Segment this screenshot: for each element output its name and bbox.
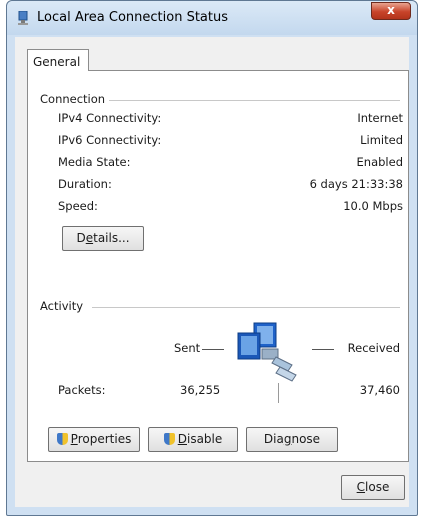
sent-label: Sent xyxy=(174,341,201,355)
connection-group-label: Connection xyxy=(40,92,110,106)
activity-separator xyxy=(278,383,279,403)
properties-button[interactable]: Properties xyxy=(48,427,140,452)
tab-panel-general: Connection IPv4 Connectivity: Internet I… xyxy=(27,70,409,462)
ipv4-value: Internet xyxy=(357,111,403,125)
network-computers-icon xyxy=(237,322,297,382)
group-divider xyxy=(92,307,400,308)
properties-button-label: Properties xyxy=(70,432,132,446)
client-area: General Connection IPv4 Connectivity: In… xyxy=(15,37,409,507)
details-button-label: Details... xyxy=(76,231,130,245)
packets-label: Packets: xyxy=(58,383,106,397)
ipv4-label: IPv4 Connectivity: xyxy=(58,111,162,125)
ipv6-value: Limited xyxy=(360,133,403,147)
activity-group-label: Activity xyxy=(40,299,88,313)
diagnose-button-label: Diagnose xyxy=(263,432,321,446)
network-icon xyxy=(18,11,28,25)
packets-received-value: 37,460 xyxy=(359,383,400,397)
shield-icon xyxy=(56,433,68,445)
window-title: Local Area Connection Status xyxy=(37,10,228,25)
received-label: Received xyxy=(347,341,400,355)
close-window-button[interactable]: x xyxy=(371,2,411,20)
close-button-label: Close xyxy=(356,480,390,494)
ipv6-label: IPv6 Connectivity: xyxy=(58,133,162,147)
close-icon: x xyxy=(387,3,395,17)
sent-line xyxy=(202,349,224,350)
media-state-label: Media State: xyxy=(58,155,131,169)
dialog-window: Local Area Connection Status x General C… xyxy=(6,0,418,516)
close-button[interactable]: Close xyxy=(341,475,405,500)
duration-value: 6 days 21:33:38 xyxy=(309,177,403,191)
disable-button-label: Disable xyxy=(177,432,223,446)
tab-general[interactable]: General xyxy=(27,49,89,71)
shield-icon xyxy=(163,433,175,445)
details-button[interactable]: Details... xyxy=(62,226,144,251)
received-line xyxy=(312,349,334,350)
speed-label: Speed: xyxy=(58,199,98,213)
group-divider xyxy=(104,100,400,101)
diagnose-button[interactable]: Diagnose xyxy=(246,427,338,452)
speed-value: 10.0 Mbps xyxy=(343,199,403,213)
disable-button[interactable]: Disable xyxy=(148,427,238,452)
title-bar[interactable]: Local Area Connection Status x xyxy=(7,1,417,35)
packets-sent-value: 36,255 xyxy=(180,383,221,397)
duration-label: Duration: xyxy=(58,177,112,191)
media-state-value: Enabled xyxy=(356,155,403,169)
